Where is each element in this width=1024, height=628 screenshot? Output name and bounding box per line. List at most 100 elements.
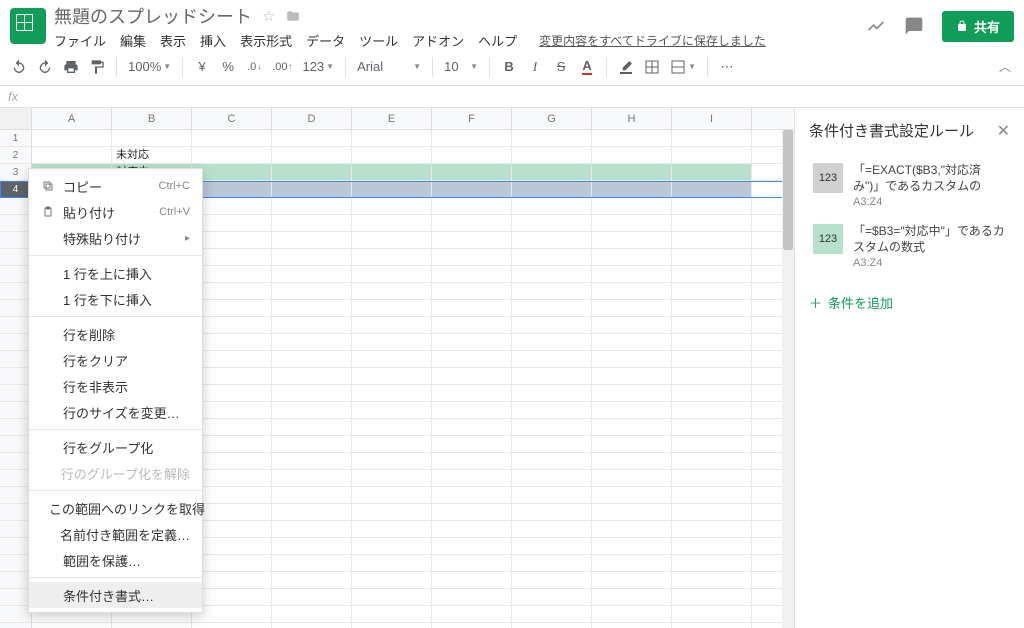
cell[interactable] <box>192 147 272 163</box>
cell[interactable] <box>272 300 352 316</box>
cell[interactable] <box>512 385 592 401</box>
col-header[interactable]: I <box>672 108 752 129</box>
cell[interactable] <box>592 487 672 503</box>
menu-edit[interactable]: 編集 <box>120 31 146 50</box>
cell[interactable] <box>352 368 432 384</box>
cell[interactable] <box>432 453 512 469</box>
cell[interactable] <box>672 198 752 214</box>
cell[interactable] <box>272 521 352 537</box>
cell[interactable] <box>192 300 272 316</box>
cell[interactable] <box>352 334 432 350</box>
cell[interactable] <box>432 215 512 231</box>
cell[interactable] <box>32 147 112 163</box>
cell[interactable] <box>512 283 592 299</box>
cell[interactable] <box>512 351 592 367</box>
menu-help[interactable]: ヘルプ <box>478 31 517 50</box>
cell[interactable] <box>512 623 592 628</box>
cell[interactable] <box>352 317 432 333</box>
ctx-paste[interactable]: 貼り付け Ctrl+V <box>29 199 202 225</box>
table-row[interactable]: 2未対応 <box>0 147 794 164</box>
menu-format[interactable]: 表示形式 <box>240 31 292 50</box>
cell[interactable] <box>192 317 272 333</box>
cell[interactable] <box>272 283 352 299</box>
cell[interactable] <box>352 164 432 180</box>
cell[interactable] <box>672 317 752 333</box>
cell[interactable] <box>432 249 512 265</box>
cell[interactable] <box>352 436 432 452</box>
menu-file[interactable]: ファイル <box>54 31 106 50</box>
cell[interactable] <box>512 555 592 571</box>
cell[interactable] <box>512 504 592 520</box>
cell[interactable] <box>432 317 512 333</box>
cell[interactable] <box>272 164 352 180</box>
cell[interactable] <box>192 266 272 282</box>
fill-color-button[interactable] <box>615 54 637 80</box>
cell[interactable] <box>672 453 752 469</box>
table-row[interactable] <box>0 623 794 628</box>
cell[interactable] <box>672 606 752 622</box>
cell[interactable] <box>592 266 672 282</box>
cell[interactable] <box>432 402 512 418</box>
cell[interactable] <box>672 181 752 197</box>
cell[interactable] <box>512 164 592 180</box>
cell[interactable] <box>272 317 352 333</box>
cell[interactable] <box>512 538 592 554</box>
cell[interactable] <box>512 198 592 214</box>
cell[interactable]: 未対応 <box>112 147 192 163</box>
cell[interactable] <box>432 385 512 401</box>
cell[interactable] <box>592 368 672 384</box>
ctx-define-named[interactable]: 名前付き範囲を定義… <box>29 521 202 547</box>
explore-icon[interactable] <box>866 16 886 36</box>
cell[interactable] <box>512 470 592 486</box>
cell[interactable] <box>352 623 432 628</box>
cell[interactable] <box>272 334 352 350</box>
ctx-paste-special[interactable]: 特殊貼り付け ▸ <box>29 225 202 251</box>
formula-bar[interactable]: fx <box>0 86 1024 108</box>
cell[interactable] <box>672 589 752 605</box>
share-button[interactable]: 共有 <box>942 11 1014 42</box>
cell[interactable] <box>512 521 592 537</box>
ctx-get-link[interactable]: この範囲へのリンクを取得 <box>29 495 202 521</box>
cell[interactable] <box>592 351 672 367</box>
cell[interactable] <box>592 572 672 588</box>
ctx-copy[interactable]: コピー Ctrl+C <box>29 173 202 199</box>
cell[interactable] <box>272 487 352 503</box>
cell[interactable] <box>192 606 272 622</box>
cell[interactable] <box>592 555 672 571</box>
cell[interactable] <box>272 470 352 486</box>
star-icon[interactable]: ☆ <box>262 7 275 25</box>
cell[interactable] <box>352 215 432 231</box>
cell[interactable] <box>672 487 752 503</box>
doc-title[interactable]: 無題のスプレッドシート <box>54 3 252 29</box>
cell[interactable] <box>352 402 432 418</box>
cell[interactable] <box>432 504 512 520</box>
cell[interactable] <box>272 572 352 588</box>
cell[interactable] <box>512 487 592 503</box>
cell[interactable] <box>592 419 672 435</box>
cell[interactable] <box>672 368 752 384</box>
strike-button[interactable]: S <box>550 54 572 80</box>
cell[interactable] <box>272 453 352 469</box>
italic-button[interactable]: I <box>524 54 546 80</box>
cell[interactable] <box>272 402 352 418</box>
cell[interactable] <box>672 436 752 452</box>
col-header[interactable]: H <box>592 108 672 129</box>
cell[interactable] <box>272 232 352 248</box>
ctx-conditional-format[interactable]: 条件付き書式… <box>29 582 202 608</box>
cell[interactable] <box>112 130 192 146</box>
rule-card-1[interactable]: 123 「=EXACT($B3,"対応済み")」であるカスタムの A3:Z4 <box>809 155 1010 216</box>
save-status[interactable]: 変更内容をすべてドライブに保存しました <box>539 32 766 49</box>
cell[interactable] <box>192 164 272 180</box>
cell[interactable] <box>192 385 272 401</box>
ctx-protect[interactable]: 範囲を保護… <box>29 547 202 573</box>
cell[interactable] <box>672 249 752 265</box>
paint-format-button[interactable] <box>86 54 108 80</box>
cell[interactable] <box>592 334 672 350</box>
cell[interactable] <box>272 368 352 384</box>
cell[interactable] <box>592 453 672 469</box>
cell[interactable] <box>352 606 432 622</box>
vertical-scrollbar[interactable] <box>782 130 794 628</box>
row-header[interactable] <box>0 623 32 628</box>
merge-button[interactable]: ▼ <box>667 54 699 80</box>
cell[interactable] <box>352 249 432 265</box>
